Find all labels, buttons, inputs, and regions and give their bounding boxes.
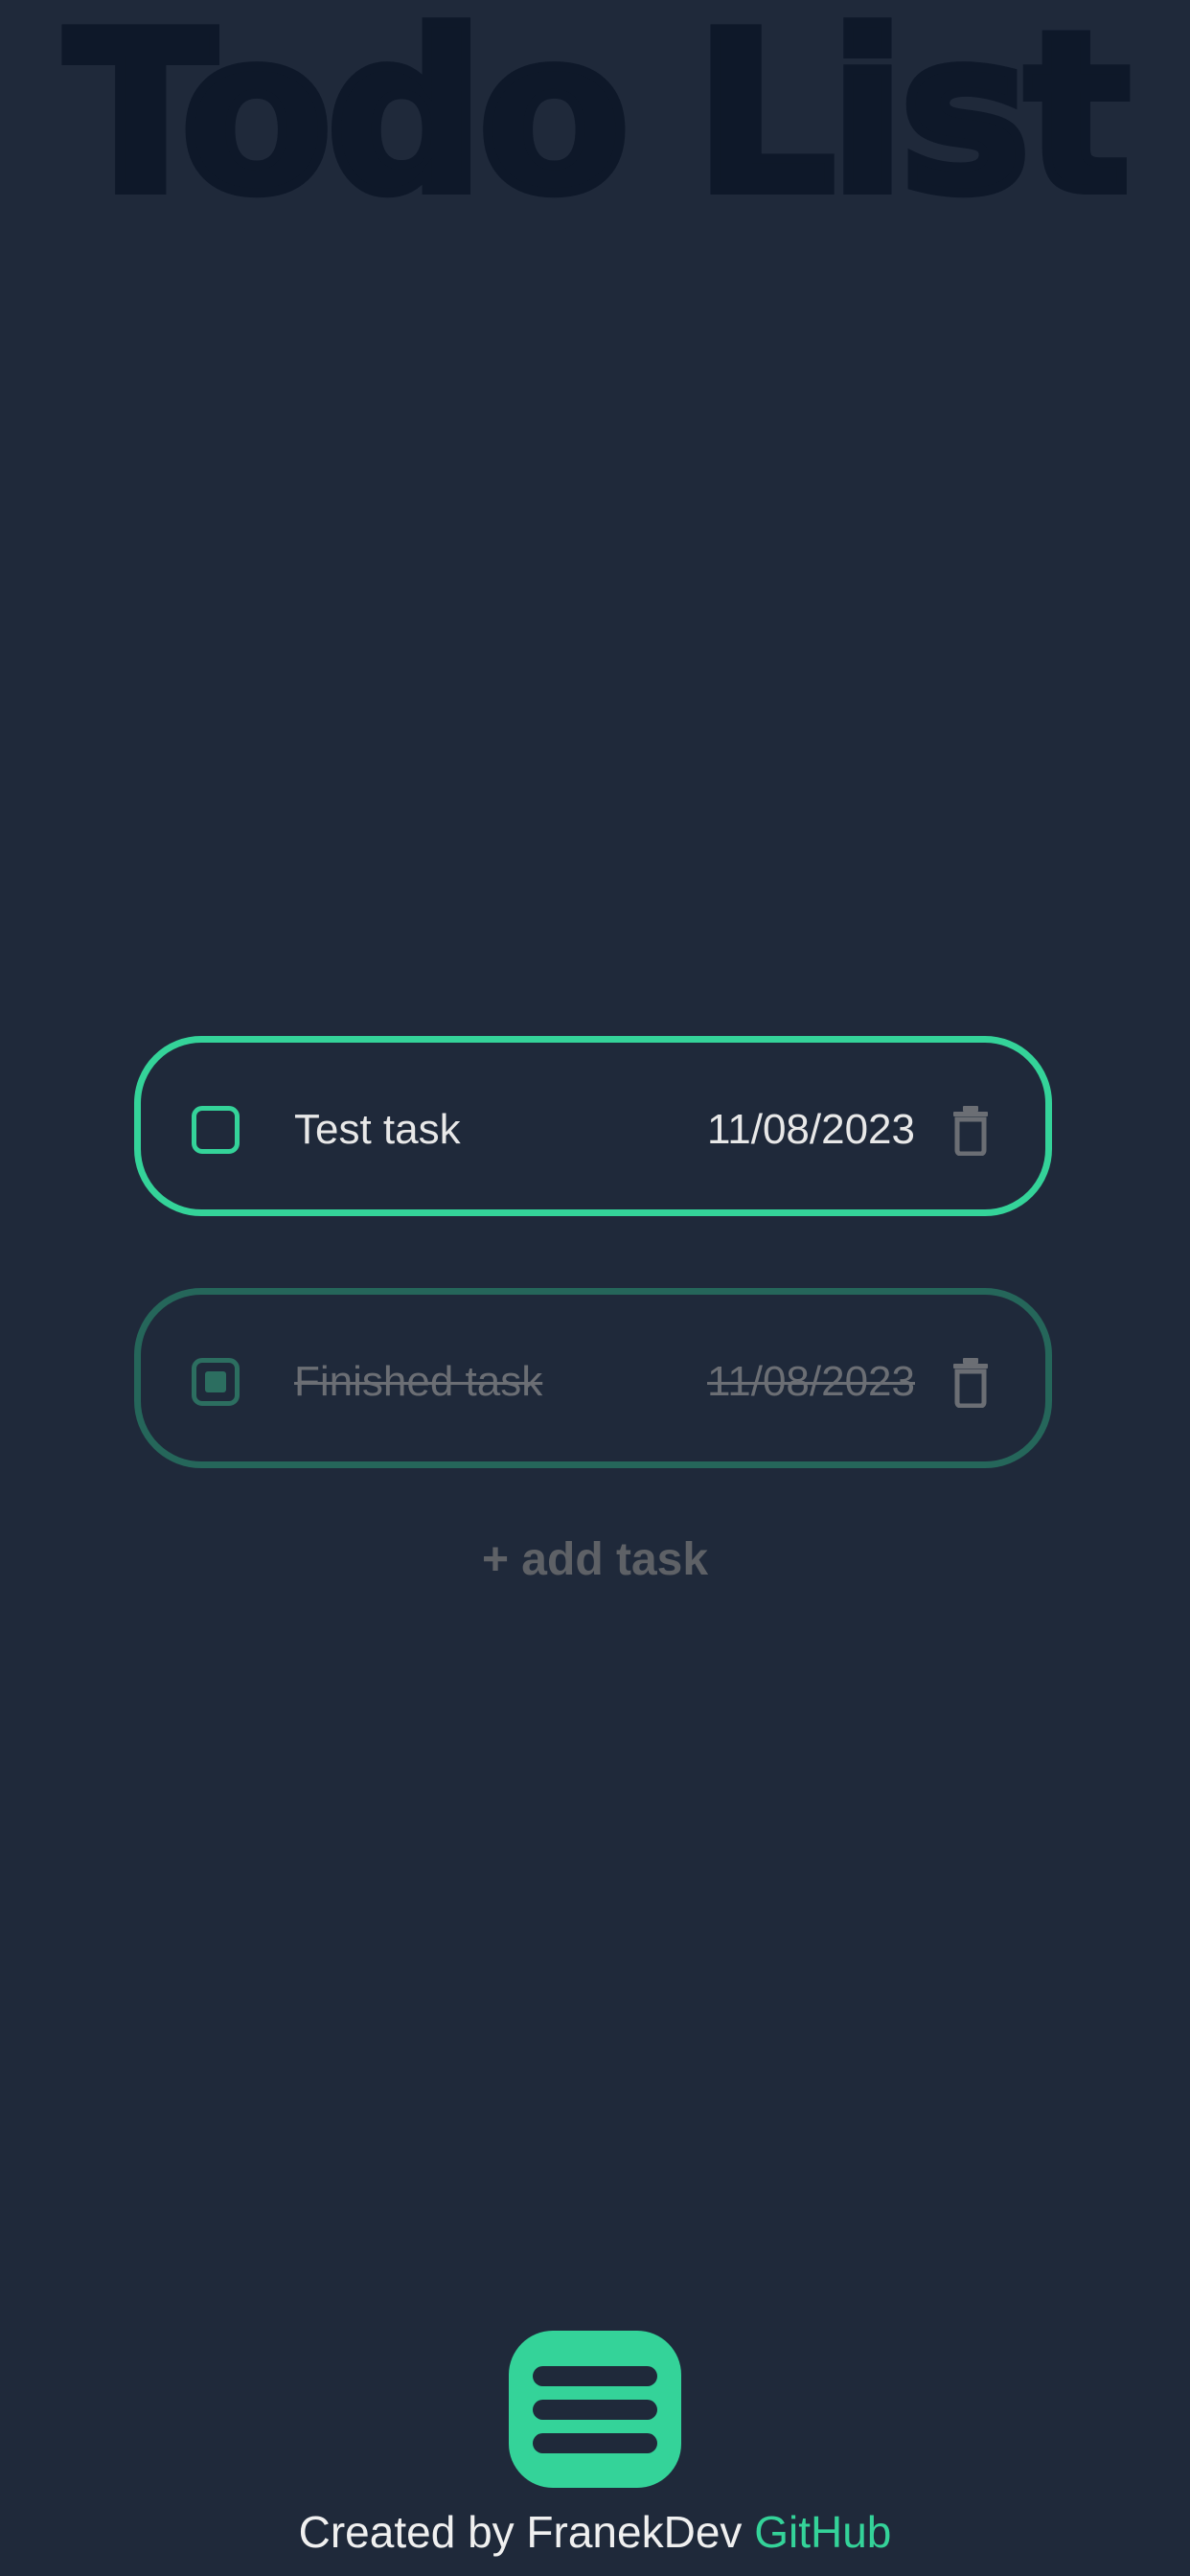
- footer-credit: Created by FranekDev: [298, 2507, 743, 2557]
- trash-icon[interactable]: [951, 1104, 990, 1156]
- task-label: Finished task: [294, 1358, 543, 1405]
- github-link[interactable]: GitHub: [754, 2507, 891, 2557]
- checkbox-check-mark: [205, 1371, 226, 1392]
- task-date: 11/08/2023: [707, 1106, 915, 1153]
- hamburger-menu-line: [533, 2400, 657, 2420]
- trash-icon[interactable]: [951, 1356, 990, 1408]
- hamburger-menu-line: [533, 2433, 657, 2453]
- task-date: 11/08/2023: [707, 1358, 915, 1405]
- app-title: Todo List: [60, 0, 1134, 242]
- task-label: Test task: [294, 1106, 461, 1153]
- menu-button[interactable]: [509, 2331, 681, 2488]
- task-item[interactable]: Test task 11/08/2023: [134, 1036, 1052, 1216]
- task-checkbox-checked[interactable]: [192, 1358, 240, 1406]
- hamburger-menu-icon: [533, 2366, 657, 2386]
- task-checkbox[interactable]: [192, 1106, 240, 1154]
- todo-app: Todo List Test task 11/08/2023 Finished …: [0, 0, 1190, 2576]
- add-task-button[interactable]: + add task: [0, 1530, 1190, 1591]
- task-item-completed[interactable]: Finished task 11/08/2023: [134, 1288, 1052, 1468]
- footer: Created by FranekDev GitHub: [0, 2505, 1190, 2559]
